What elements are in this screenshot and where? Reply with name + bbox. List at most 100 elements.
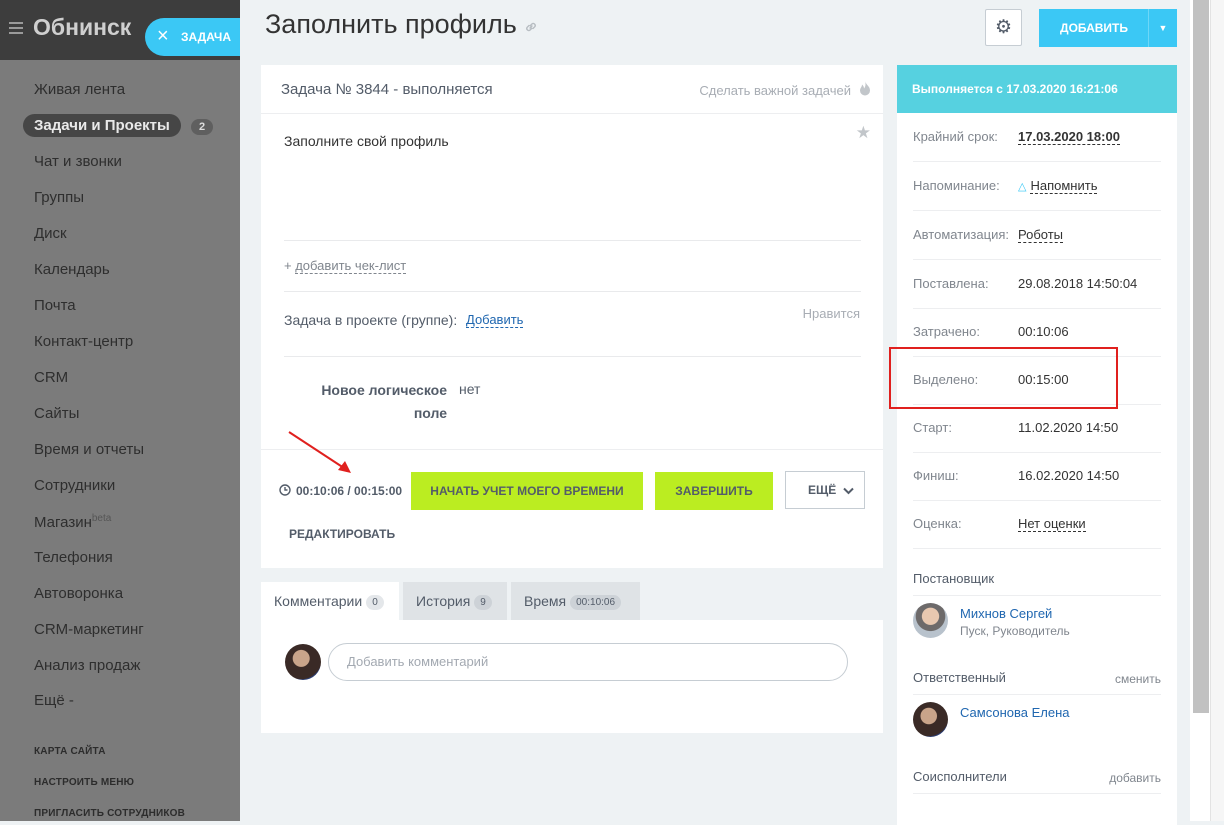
tab-label: Комментарии [274,593,363,609]
divider [913,793,1161,794]
link-icon[interactable] [524,20,538,34]
sidebar-item-time-reports[interactable]: Время и отчеты [34,441,144,458]
reminder-link[interactable]: △ Напомнить [1018,178,1098,194]
sidebar-item-mail[interactable]: Почта [34,297,76,314]
beta-badge: beta [91,513,112,524]
row-label: Крайний срок: [913,129,998,144]
row-label: Оценка: [913,516,962,531]
comment-input[interactable]: Добавить комментарий [328,643,848,681]
creator-role: Пуск, Руководитель [960,624,1070,638]
menu-burger-icon[interactable] [9,22,23,34]
tab-counter: 00:10:06 [570,594,622,610]
responsible-title: Ответственный [913,670,1006,685]
responsible-name[interactable]: Самсонова Елена [960,705,1069,720]
task-tab-label: ЗАДАЧА [181,30,232,44]
sidebar-item-sites[interactable]: Сайты [34,405,79,422]
sidebar-item-feed[interactable]: Живая лента [34,81,125,98]
page-edge [1210,0,1224,821]
more-button[interactable]: ЕЩЁ [785,471,865,509]
configure-menu-link[interactable]: НАСТРОИТЬ МЕНЮ [34,777,134,788]
start-value: 11.02.2020 14:50 [1018,420,1119,435]
avatar[interactable] [913,702,948,737]
sidebar-item-crm-marketing[interactable]: CRM-маркетинг [34,621,144,638]
created-value: 29.08.2018 14:50:04 [1018,276,1138,291]
make-important-link[interactable]: Сделать важной задачей [699,83,851,98]
flame-icon[interactable] [859,81,871,99]
add-button[interactable]: ДОБАВИТЬ [1039,9,1149,47]
creator-title: Постановщик [913,571,995,586]
reminder-row: Напоминание: △ Напомнить [913,162,1161,211]
sidebar-item-groups[interactable]: Группы [34,189,84,206]
edit-link[interactable]: РЕДАКТИРОВАТЬ [289,527,395,541]
creator-name[interactable]: Михнов Сергей [960,606,1052,621]
tab-history[interactable]: История 9 [403,582,507,620]
coexecutors-title: Соисполнители [913,769,1007,784]
task-status: Задача № 3844 - выполняется [281,81,493,98]
star-icon[interactable]: ★ [856,123,871,143]
sidebar-item-tasks[interactable]: Задачи и Проекты [23,114,181,137]
chevron-down-icon [843,472,854,509]
rating-row: Оценка: Нет оценки [913,500,1161,549]
sidebar-item-calendar[interactable]: Календарь [34,261,110,278]
sidebar-item-contact-center[interactable]: Контакт-центр [34,333,133,350]
finish-row: Финиш: 16.02.2020 14:50 [913,452,1161,501]
row-label: Старт: [913,420,952,435]
task-details-panel: Выполняется с 17.03.2020 16:21:06 Крайни… [897,65,1177,825]
sidebar-item-autofunnel[interactable]: Автоворонка [34,585,123,602]
project-label: Задача в проекте (группе): [284,312,458,328]
robots-link[interactable]: Роботы [1018,227,1064,243]
tab-label: История [416,593,471,609]
sidebar-item-chat[interactable]: Чат и звонки [34,153,122,170]
sidebar-item-telephony[interactable]: Телефония [34,549,113,566]
like-button[interactable]: Нравится [803,306,860,321]
tab-label: Время [524,593,567,609]
close-icon[interactable]: × [157,25,169,48]
tab-counter: 0 [366,594,384,610]
add-dropdown-button[interactable]: ▼ [1148,9,1177,47]
add-checklist-label: добавить чек-лист [295,258,407,274]
sidebar-item-shop[interactable]: Магазинbeta [34,513,111,531]
sidebar-item-employees[interactable]: Сотрудники [34,477,115,494]
divider [913,694,1161,695]
project-add-link[interactable]: Добавить [466,312,524,328]
automation-row: Автоматизация: Роботы [913,211,1161,260]
sidebar-item-crm[interactable]: CRM [34,369,68,386]
change-responsible-link[interactable]: сменить [1115,672,1161,686]
deadline-value[interactable]: 17.03.2020 18:00 [1018,129,1120,145]
invite-employees-link[interactable]: ПРИГЛАСИТЬ СОТРУДНИКОВ [34,808,185,819]
add-coexecutor-link[interactable]: добавить [1109,771,1161,785]
comments-panel: Добавить комментарий [261,620,883,733]
highlight-box [889,347,1118,409]
add-checklist-link[interactable]: + добавить чек-лист [284,258,407,274]
deadline-row: Крайний срок: 17.03.2020 18:00 [913,113,1161,162]
tab-time[interactable]: Время 00:10:06 [511,582,640,620]
rating-link[interactable]: Нет оценки [1018,516,1086,532]
settings-button[interactable]: ⚙ [985,9,1022,46]
task-slider-tab[interactable]: × ЗАДАЧА [145,18,240,56]
scrollbar-thumb[interactable] [1193,0,1209,713]
divider [913,595,1161,596]
avatar[interactable] [913,603,948,638]
tab-comments[interactable]: Комментарии 0 [261,582,399,620]
page-title: Заполнить профиль [265,9,517,39]
tab-counter: 9 [474,594,492,610]
sidebar-item-more[interactable]: Ещё - [34,692,74,709]
sidebar-item-disk[interactable]: Диск [34,225,67,242]
tasks-counter-badge: 2 [191,119,214,135]
portal-title[interactable]: Обнинск [33,14,131,41]
avatar [285,644,321,680]
bell-icon: △ [1018,181,1027,193]
red-arrow-icon [288,431,351,473]
start-time-tracking-button[interactable]: НАЧАТЬ УЧЕТ МОЕГО ВРЕМЕНИ [411,472,643,510]
task-header: Задача № 3844 - выполняется Сделать важн… [261,65,883,114]
custom-field-value: нет [459,381,481,397]
gear-icon: ⚙ [995,17,1013,38]
sidebar-item-sales-analysis[interactable]: Анализ продаж [34,657,140,674]
complete-button[interactable]: ЗАВЕРШИТЬ [655,472,773,510]
sitemap-link[interactable]: КАРТА САЙТА [34,746,106,757]
row-label: Финиш: [913,468,959,483]
task-description: Заполните свой профиль [284,133,449,149]
start-row: Старт: 11.02.2020 14:50 [913,404,1161,453]
row-label: Поставлена: [913,276,989,291]
shop-label: Магазин [34,514,92,531]
